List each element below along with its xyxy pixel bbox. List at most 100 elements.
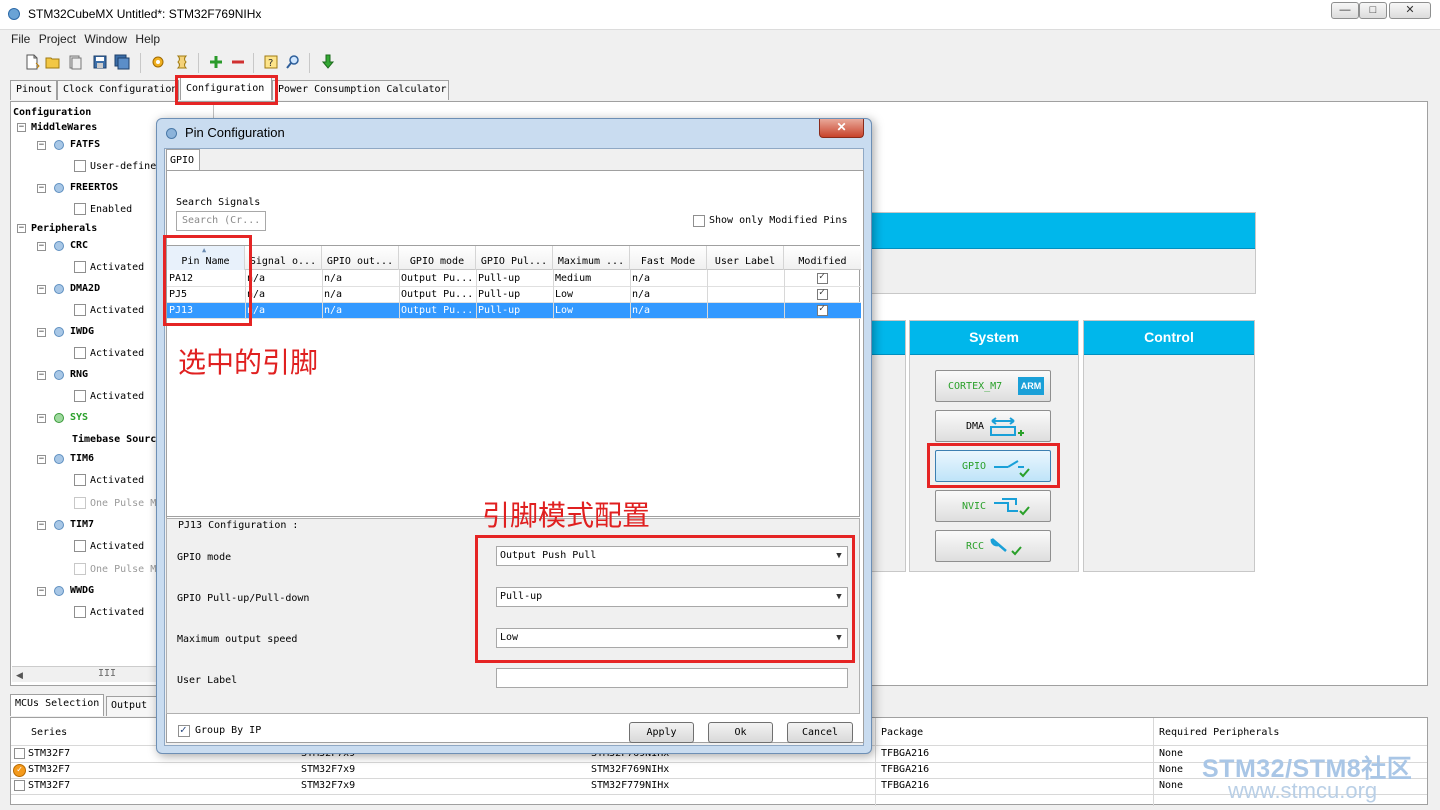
modified-checkbox[interactable] xyxy=(817,287,828,300)
tree-item-rng[interactable]: RNG xyxy=(70,369,88,380)
column-header-signal[interactable]: Signal o... xyxy=(245,246,322,270)
column-header-required-peripherals[interactable]: Required Peripherals xyxy=(1159,727,1279,743)
column-header-fast-mode[interactable]: Fast Mode xyxy=(630,246,707,270)
pin-row-pj13[interactable]: PJ13 n/a n/a Output Pu... Pull-up Low n/… xyxy=(167,303,861,319)
rng-activated-checkbox[interactable] xyxy=(74,390,86,402)
save-as-icon[interactable] xyxy=(114,54,130,70)
dma2d-activated-checkbox[interactable] xyxy=(74,304,86,316)
search-signals-input[interactable]: Search (Cr... xyxy=(176,211,266,231)
column-header-modified[interactable]: Modified xyxy=(784,246,861,270)
tree-item-wwdg[interactable]: WWDG xyxy=(70,585,94,596)
modified-checkbox[interactable] xyxy=(817,303,828,316)
fatfs-user-defined-checkbox[interactable] xyxy=(74,160,86,172)
freertos-enabled-checkbox[interactable] xyxy=(74,203,86,215)
zoom-in-icon[interactable] xyxy=(208,54,224,70)
collapse-icon[interactable]: − xyxy=(37,141,46,150)
column-header-gpio-mode[interactable]: GPIO mode xyxy=(399,246,476,270)
tim7-one-pulse-checkbox[interactable] xyxy=(74,563,86,575)
row-checkbox[interactable] xyxy=(14,748,25,759)
user-label-input[interactable] xyxy=(496,668,848,688)
collapse-icon[interactable]: − xyxy=(37,521,46,530)
nvic-button[interactable]: NVIC xyxy=(935,490,1051,522)
selected-mcu-star-icon[interactable]: ✓ xyxy=(13,764,26,777)
collapse-icon[interactable]: − xyxy=(17,224,26,233)
collapse-icon[interactable]: − xyxy=(37,414,46,423)
crc-activated-checkbox[interactable] xyxy=(74,261,86,273)
collapse-icon[interactable]: − xyxy=(37,587,46,596)
column-header-series[interactable]: Series xyxy=(31,727,67,743)
download-arrow-icon[interactable] xyxy=(320,54,336,70)
window-close-button[interactable]: ✕ xyxy=(1389,2,1431,19)
generate-code-icon[interactable] xyxy=(150,54,166,70)
collapse-icon[interactable]: − xyxy=(37,371,46,380)
tim6-one-pulse-checkbox[interactable] xyxy=(74,497,86,509)
rcc-button[interactable]: RCC xyxy=(935,530,1051,562)
modified-checkbox[interactable] xyxy=(817,271,828,284)
tree-item-dma2d[interactable]: DMA2D xyxy=(70,283,100,294)
save-icon[interactable] xyxy=(92,54,108,70)
max-output-speed-select[interactable]: Low ▼ xyxy=(496,628,848,648)
column-header-gpio-pull[interactable]: GPIO Pul... xyxy=(476,246,553,270)
scroll-thumb[interactable]: III xyxy=(98,668,116,679)
pin-row-pj5[interactable]: PJ5 n/a n/a Output Pu... Pull-up Low n/a xyxy=(167,287,861,303)
collapse-icon[interactable]: − xyxy=(37,455,46,464)
tree-item-fatfs[interactable]: FATFS xyxy=(70,139,100,150)
scroll-left-arrow-icon[interactable]: ◀ xyxy=(16,670,23,681)
show-modified-checkbox[interactable] xyxy=(693,215,705,227)
tree-middlewares[interactable]: MiddleWares xyxy=(31,122,97,133)
tab-clock-configuration[interactable]: Clock Configuration xyxy=(57,80,179,100)
tree-item-tim7[interactable]: TIM7 xyxy=(70,519,94,530)
tab-pinout[interactable]: Pinout xyxy=(10,80,57,100)
menu-file[interactable]: File xyxy=(11,31,30,48)
maximize-button[interactable]: □ xyxy=(1359,2,1387,19)
pin-row-pa12[interactable]: PA12 n/a n/a Output Pu... Pull-up Medium… xyxy=(167,271,861,287)
row-checkbox[interactable] xyxy=(14,780,25,791)
tree-peripherals[interactable]: Peripherals xyxy=(31,223,97,234)
zoom-out-icon[interactable] xyxy=(230,54,246,70)
minimize-button[interactable]: — xyxy=(1331,2,1359,19)
help-icon[interactable]: ? xyxy=(263,54,279,70)
collapse-icon[interactable]: − xyxy=(37,184,46,193)
open-folder-icon[interactable] xyxy=(45,54,61,70)
iwdg-activated-checkbox[interactable] xyxy=(74,347,86,359)
ok-button[interactable]: Ok xyxy=(708,722,773,743)
dma-button[interactable]: DMA xyxy=(935,410,1051,442)
tree-item-crc[interactable]: CRC xyxy=(70,240,88,251)
collapse-icon[interactable]: − xyxy=(37,285,46,294)
gpio-button[interactable]: GPIO xyxy=(935,450,1051,482)
column-header-user-label[interactable]: User Label xyxy=(707,246,784,270)
tree-item-tim6[interactable]: TIM6 xyxy=(70,453,94,464)
collapse-icon[interactable]: − xyxy=(37,328,46,337)
collapse-icon[interactable]: − xyxy=(17,123,26,132)
search-icon[interactable] xyxy=(285,54,301,70)
tim7-activated-checkbox[interactable] xyxy=(74,540,86,552)
tree-item-iwdg[interactable]: IWDG xyxy=(70,326,94,337)
column-header-maximum-speed[interactable]: Maximum ... xyxy=(553,246,630,270)
group-by-ip-checkbox[interactable] xyxy=(178,723,190,737)
chevron-down-icon[interactable]: ▼ xyxy=(833,591,845,603)
report-icon[interactable] xyxy=(174,54,190,70)
chevron-down-icon[interactable]: ▼ xyxy=(833,550,845,562)
tab-output[interactable]: Output xyxy=(106,696,160,716)
cortex-m7-button[interactable]: CORTEX_M7 ARM xyxy=(935,370,1051,402)
menu-project[interactable]: Project xyxy=(39,31,76,48)
gpio-mode-select[interactable]: Output Push Pull ▼ xyxy=(496,546,848,566)
column-header-package[interactable]: Package xyxy=(881,727,923,743)
gpio-pull-select[interactable]: Pull-up ▼ xyxy=(496,587,848,607)
dialog-close-button[interactable]: ✕ xyxy=(819,119,864,138)
column-header-gpio-output[interactable]: GPIO out... xyxy=(322,246,399,270)
new-file-icon[interactable] xyxy=(24,54,40,70)
tab-power-consumption-calculator[interactable]: Power Consumption Calculator xyxy=(272,80,449,100)
wwdg-activated-checkbox[interactable] xyxy=(74,606,86,618)
tim6-activated-checkbox[interactable] xyxy=(74,474,86,486)
apply-button[interactable]: Apply xyxy=(629,722,694,743)
tree-item-sys[interactable]: SYS xyxy=(70,412,88,423)
collapse-icon[interactable]: − xyxy=(37,242,46,251)
tab-mcus-selection[interactable]: MCUs Selection xyxy=(10,694,104,716)
tab-gpio[interactable]: GPIO xyxy=(166,149,200,170)
cancel-button[interactable]: Cancel xyxy=(787,722,853,743)
chevron-down-icon[interactable]: ▼ xyxy=(833,632,845,644)
tree-item-freertos[interactable]: FREERTOS xyxy=(70,182,118,193)
menu-help[interactable]: Help xyxy=(135,31,160,48)
tab-configuration[interactable]: Configuration xyxy=(180,77,272,100)
